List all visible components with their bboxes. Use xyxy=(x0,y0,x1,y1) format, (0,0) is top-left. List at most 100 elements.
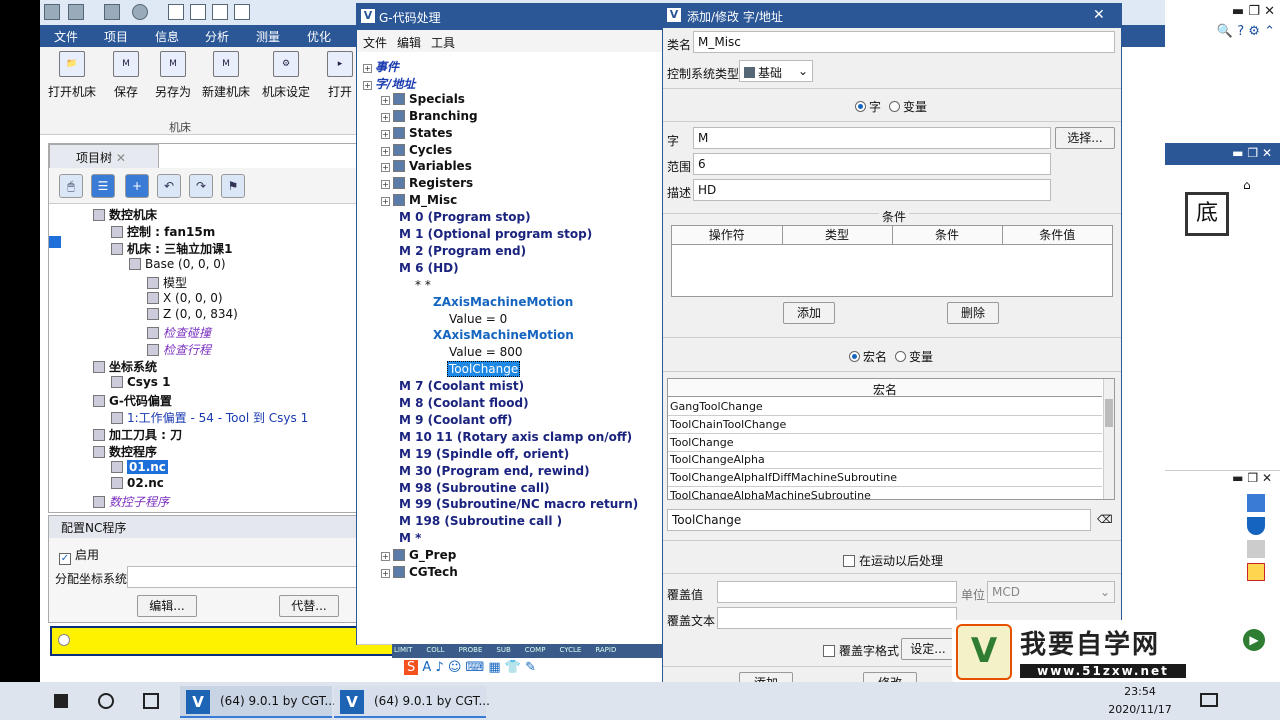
machine-settings-button[interactable]: ⚙ 机床设定 xyxy=(260,51,312,100)
expand-icon[interactable]: + xyxy=(381,163,390,173)
conditions-table[interactable]: 操作符 类型 条件 条件值 xyxy=(671,225,1113,297)
expand-icon[interactable]: + xyxy=(381,146,390,156)
layout1-quick-icon[interactable] xyxy=(168,4,184,20)
radio-macro[interactable]: 宏名 xyxy=(849,348,887,365)
gcode-tree-item[interactable]: M * xyxy=(399,531,421,545)
expand-icon[interactable]: + xyxy=(381,552,390,562)
gcode-tree-item[interactable]: M 98 (Subroutine call) xyxy=(399,481,550,495)
open-machine-button[interactable]: 📁 打开机床 xyxy=(46,51,98,100)
close-icon[interactable]: ✕ xyxy=(1093,7,1105,23)
tree-node[interactable]: 加工刀具 : 刀 xyxy=(93,426,182,443)
edit-quick-icon[interactable] xyxy=(68,4,84,20)
col-condition-value[interactable]: 条件值 xyxy=(1002,226,1112,245)
col-type[interactable]: 类型 xyxy=(782,226,893,245)
gmenu-tools[interactable]: 工具 xyxy=(431,34,455,51)
status-tab[interactable]: PROBE xyxy=(459,646,483,654)
progress-slider-handle[interactable] xyxy=(58,634,70,646)
gmenu-edit[interactable]: 编辑 xyxy=(397,34,421,51)
gcode-tree-item[interactable]: * * xyxy=(415,278,431,292)
restore-icon[interactable]: ❐ xyxy=(1247,471,1258,485)
menu-project[interactable]: 项目 xyxy=(104,28,128,45)
windows-start-icon[interactable] xyxy=(54,694,68,708)
gcode-tree-item[interactable]: ZAxisMachineMotion xyxy=(433,295,573,309)
mouse-icon[interactable]: 🖱 xyxy=(59,174,83,198)
tree-node[interactable]: 检查碰撞 xyxy=(147,324,211,341)
clear-icon[interactable]: ⌫ xyxy=(1097,513,1113,526)
tools-quick-icon[interactable] xyxy=(104,4,120,20)
override-value-input[interactable] xyxy=(717,581,957,603)
word-input[interactable]: M xyxy=(693,127,1051,149)
macro-row[interactable]: ToolChainToolChange xyxy=(668,416,1102,434)
taskbar-app-1[interactable]: V (64) 9.0.1 by CGT... xyxy=(180,686,336,718)
list-icon[interactable]: ☰ xyxy=(91,174,115,198)
taskbar-app-2[interactable]: V (64) 9.0.1 by CGT... xyxy=(334,686,490,718)
macro-row[interactable]: ToolChangeAlphaMachineSubroutine xyxy=(668,487,1102,499)
view-cube[interactable]: 底 xyxy=(1185,192,1229,236)
col-operator[interactable]: 操作符 xyxy=(672,226,783,245)
gcode-tree-item[interactable]: + Variables xyxy=(381,159,472,173)
layout2-quick-icon[interactable] xyxy=(190,4,206,20)
macro-row[interactable]: ToolChangeAlpha xyxy=(668,451,1102,470)
radio-variable[interactable]: 变量 xyxy=(889,98,927,115)
close-icon[interactable]: ✕ xyxy=(1262,146,1272,160)
expand-icon[interactable]: + xyxy=(363,80,372,90)
undo-icon[interactable]: ↶ xyxy=(157,174,181,198)
expand-icon[interactable]: + xyxy=(381,197,390,207)
close-icon[interactable]: ✕ xyxy=(1262,471,1272,485)
gcode-tree-item[interactable]: ToolChange xyxy=(447,361,521,378)
edit-button[interactable]: 编辑... xyxy=(137,595,197,617)
macro-list[interactable]: 宏名 GangToolChange ToolChainToolChange Tool… xyxy=(667,378,1115,500)
expand-icon[interactable]: + xyxy=(381,112,390,122)
gcode-tree-item[interactable]: M 99 (Subroutine/NC macro return) xyxy=(399,497,638,511)
gear-icon[interactable]: ⚙ xyxy=(1248,24,1260,39)
radio-variable-2[interactable]: 变量 xyxy=(895,348,933,365)
close-icon[interactable]: ✕ xyxy=(1264,4,1275,19)
sogou-icon[interactable]: S xyxy=(404,660,419,675)
expand-icon[interactable]: + xyxy=(381,180,390,190)
settings-button[interactable]: 设定... xyxy=(901,638,955,660)
tree-node[interactable]: 数控程序 xyxy=(93,443,157,460)
home-icon[interactable]: ⌂ xyxy=(1243,178,1251,192)
layer-icon[interactable] xyxy=(1247,494,1265,512)
gcode-tree-item[interactable]: + Registers xyxy=(381,176,473,190)
task-view-icon[interactable] xyxy=(143,693,159,709)
restore-icon[interactable]: ❐ xyxy=(1247,146,1258,160)
measure-icon[interactable] xyxy=(1247,540,1265,558)
add-condition-button[interactable]: 添加 xyxy=(783,302,835,324)
restore-icon[interactable]: ❐ xyxy=(1248,4,1260,19)
after-motion-checkbox[interactable]: 在运动以后处理 xyxy=(843,552,943,569)
macro-row[interactable]: ToolChange xyxy=(668,434,1102,452)
tree-node[interactable]: 数控子程序 xyxy=(93,493,169,510)
add-icon[interactable]: + xyxy=(125,174,149,198)
menu-file[interactable]: 文件 xyxy=(54,28,78,45)
tab-project-tree[interactable]: 项目树 ✕ xyxy=(49,144,159,168)
gcode-tree-item[interactable]: + Specials xyxy=(381,92,465,106)
gcode-tree-item[interactable]: M 198 (Subroutine call ) xyxy=(399,514,562,528)
gcode-tree-item[interactable]: M 0 (Program stop) xyxy=(399,210,531,224)
gcode-tree-item[interactable]: M 6 (HD) xyxy=(399,261,459,275)
gcode-tree-item[interactable]: + 事件 xyxy=(363,58,399,75)
menu-analysis[interactable]: 分析 xyxy=(205,28,229,45)
gcode-tree-item[interactable]: M 19 (Spindle off, orient) xyxy=(399,447,569,461)
macro-scrollbar[interactable] xyxy=(1103,379,1114,499)
gcode-tree-item[interactable]: + Branching xyxy=(381,109,478,123)
play-icon[interactable]: ▶ xyxy=(1243,629,1265,651)
tree-node[interactable]: 模型 xyxy=(147,274,187,291)
expand-icon[interactable]: + xyxy=(381,569,390,578)
tree-node[interactable]: 1:工作偏置 - 54 - Tool 到 Csys 1 xyxy=(111,409,308,426)
range-input[interactable]: 6 xyxy=(693,153,1051,175)
save-as-button[interactable]: M 另存为 xyxy=(147,51,199,100)
shield-icon[interactable] xyxy=(1247,517,1265,535)
expand-icon[interactable]: + xyxy=(381,129,390,139)
menu-optimize[interactable]: 优化 xyxy=(307,28,331,45)
gcode-tree-item[interactable]: M 1 (Optional program stop) xyxy=(399,227,592,241)
expand-icon[interactable]: + xyxy=(363,64,372,73)
status-tab[interactable]: COLL xyxy=(426,646,444,654)
tag-icon[interactable]: ⚑ xyxy=(221,174,245,198)
replace-button[interactable]: 代替... xyxy=(279,595,339,617)
macro-row[interactable]: GangToolChange xyxy=(668,398,1102,416)
tree-node[interactable]: 检查行程 xyxy=(147,341,211,358)
help-icon[interactable]: ? xyxy=(1237,24,1244,39)
enable-checkbox[interactable]: ✓ 启用 xyxy=(59,546,99,565)
gmenu-file[interactable]: 文件 xyxy=(363,34,387,51)
